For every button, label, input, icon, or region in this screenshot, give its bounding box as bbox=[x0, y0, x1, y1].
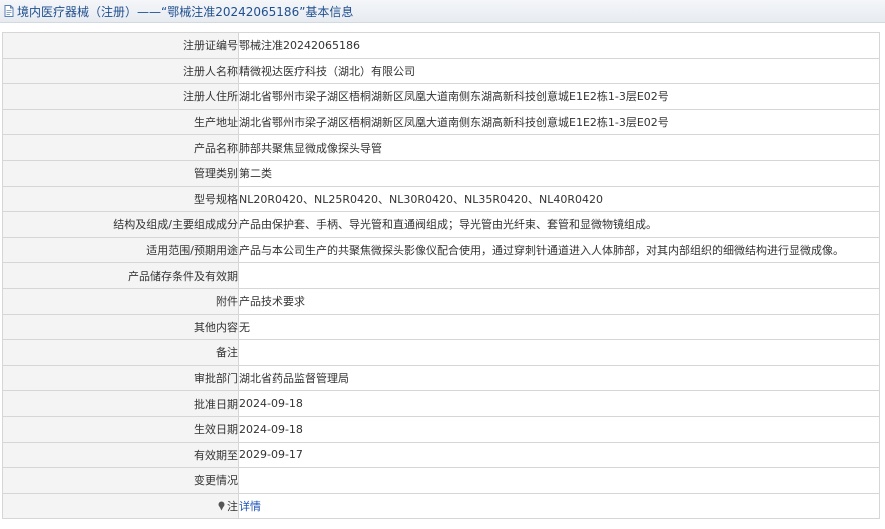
table-row: 生产地址 湖北省鄂州市梁子湖区梧桐湖新区凤凰大道南侧东湖高新科技创意城E1E2栋1… bbox=[2, 108, 880, 136]
field-label: 生产地址 bbox=[2, 108, 239, 136]
table-row: 附件 产品技术要求 bbox=[2, 287, 880, 315]
field-label: 注册人住所 bbox=[2, 83, 239, 110]
field-value: 精微视达医疗科技（湖北）有限公司 bbox=[238, 57, 880, 85]
table-row: 适用范围/预期用途 产品与本公司生产的共聚焦微探头影像仪配合使用，通过穿刺针通道进… bbox=[2, 236, 880, 264]
field-value: NL20R0420、NL25R0420、NL30R0420、NL35R0420、… bbox=[238, 185, 880, 213]
field-value: 无 bbox=[238, 313, 880, 341]
table-row: 备注 bbox=[2, 339, 880, 366]
field-value: 湖北省鄂州市梁子湖区梧桐湖新区凤凰大道南侧东湖高新科技创意城E1E2栋1-3层E… bbox=[238, 83, 880, 110]
field-value: 2024-09-18 bbox=[238, 390, 880, 417]
field-label: 注 bbox=[2, 492, 239, 520]
page-title: 境内医疗器械（注册）——“鄂械注准20242065186”基本信息 bbox=[17, 4, 354, 19]
field-label: 注册证编号 bbox=[2, 32, 239, 59]
field-value: 湖北省鄂州市梁子湖区梧桐湖新区凤凰大道南侧东湖高新科技创意城E1E2栋1-3层E… bbox=[238, 108, 880, 136]
field-value: 产品与本公司生产的共聚焦微探头影像仪配合使用，通过穿刺针通道进入人体肺部，对其内… bbox=[238, 236, 880, 264]
note-label: 注 bbox=[227, 499, 238, 513]
field-label: 有效期至 bbox=[2, 441, 239, 469]
table-row: 注册人住所 湖北省鄂州市梁子湖区梧桐湖新区凤凰大道南侧东湖高新科技创意城E1E2栋… bbox=[2, 83, 880, 110]
field-value: 详情 bbox=[238, 492, 880, 520]
field-label: 变更情况 bbox=[2, 467, 239, 494]
table-row: 结构及组成/主要组成成分 产品由保护套、手柄、导光管和直通阀组成；导光管由光纤束、… bbox=[2, 211, 880, 238]
field-value bbox=[238, 262, 880, 289]
field-label: 管理类别 bbox=[2, 159, 239, 187]
field-label: 产品储存条件及有效期 bbox=[2, 262, 239, 289]
field-label: 生效日期 bbox=[2, 415, 239, 443]
table-row: 注册人名称 精微视达医疗科技（湖北）有限公司 bbox=[2, 57, 880, 85]
document-icon bbox=[2, 4, 16, 18]
field-value bbox=[238, 339, 880, 366]
info-table: 注册证编号 鄂械注准20242065186 注册人名称 精微视达医疗科技（湖北）有限公… bbox=[2, 32, 880, 520]
table-row: 管理类别 第二类 bbox=[2, 159, 880, 187]
pin-icon bbox=[217, 501, 226, 511]
field-value: 湖北省药品监督管理局 bbox=[238, 364, 880, 392]
field-value bbox=[238, 467, 880, 494]
field-label: 附件 bbox=[2, 287, 239, 315]
table-row: 生效日期 2024-09-18 bbox=[2, 415, 880, 443]
table-row: 变更情况 bbox=[2, 467, 880, 494]
table-row: 产品名称 肺部共聚焦显微成像探头导管 bbox=[2, 134, 880, 161]
table-row: 其他内容无 bbox=[2, 313, 880, 341]
table-row: 注详情 bbox=[2, 492, 880, 520]
field-value: 第二类 bbox=[238, 159, 880, 187]
field-label: 注册人名称 bbox=[2, 57, 239, 85]
field-label: 审批部门 bbox=[2, 364, 239, 392]
table-row: 型号规格 NL20R0420、NL25R0420、NL30R0420、NL35R0… bbox=[2, 185, 880, 213]
table-row: 审批部门 湖北省药品监督管理局 bbox=[2, 364, 880, 392]
field-value: 肺部共聚焦显微成像探头导管 bbox=[238, 134, 880, 161]
table-row: 注册证编号 鄂械注准20242065186 bbox=[2, 32, 880, 59]
table-row: 批准日期 2024-09-18 bbox=[2, 390, 880, 417]
field-label: 型号规格 bbox=[2, 185, 239, 213]
field-value: 产品由保护套、手柄、导光管和直通阀组成；导光管由光纤束、套管和显微物镜组成。 bbox=[238, 211, 880, 238]
field-value: 鄂械注准20242065186 bbox=[238, 32, 880, 59]
field-value: 2029-09-17 bbox=[238, 441, 880, 469]
field-label: 批准日期 bbox=[2, 390, 239, 417]
field-label: 适用范围/预期用途 bbox=[2, 236, 239, 264]
field-label: 结构及组成/主要组成成分 bbox=[2, 211, 239, 238]
field-label: 备注 bbox=[2, 339, 239, 366]
page-header: 境内医疗器械（注册）——“鄂械注准20242065186”基本信息 bbox=[0, 0, 885, 23]
field-value: 产品技术要求 bbox=[238, 287, 880, 315]
field-value: 2024-09-18 bbox=[238, 415, 880, 443]
field-label: 产品名称 bbox=[2, 134, 239, 161]
field-label: 其他内容 bbox=[2, 313, 239, 341]
details-link[interactable]: 详情 bbox=[240, 500, 262, 513]
table-row: 产品储存条件及有效期 bbox=[2, 262, 880, 289]
table-row: 有效期至 2029-09-17 bbox=[2, 441, 880, 469]
